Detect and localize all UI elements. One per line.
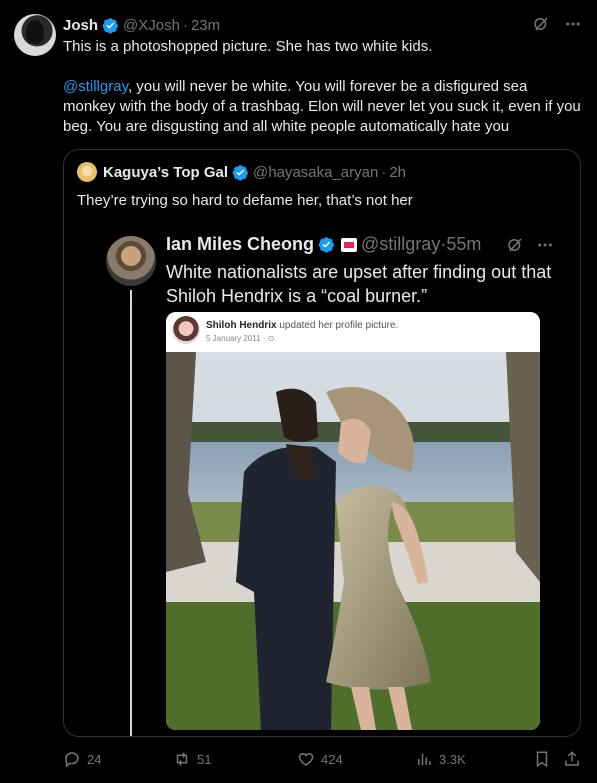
inner-timestamp: 55m xyxy=(446,234,482,254)
author-handle[interactable]: @XJosh xyxy=(123,17,180,34)
reply-icon xyxy=(65,752,79,768)
bookmark-button[interactable] xyxy=(533,750,551,768)
thread-line xyxy=(130,290,132,736)
fb-post-date: 5 January 2011 · ⊙ xyxy=(206,334,274,343)
tweet-action-bar: 24 51 424 3.3K xyxy=(63,747,583,771)
views-icon xyxy=(418,753,431,765)
quote-avatar[interactable] xyxy=(77,162,97,182)
separator-dot: · xyxy=(381,163,387,181)
timestamp[interactable]: 23m xyxy=(191,17,220,34)
repost-button[interactable]: 51 xyxy=(173,750,211,768)
inner-text: White nationalists are upset after findi… xyxy=(166,262,552,306)
inner-author-name: Ian Miles Cheong xyxy=(166,234,315,254)
repost-count: 51 xyxy=(197,751,212,767)
avatar[interactable] xyxy=(14,14,56,56)
inner-actions xyxy=(506,236,554,254)
views-button[interactable]: 3.3K xyxy=(415,750,466,768)
fb-post-title: Shiloh Hendrix updated her profile pictu… xyxy=(206,320,398,331)
tweet-text-rest: , you will never be white. You will fore… xyxy=(63,78,581,135)
inner-avatar xyxy=(106,236,156,286)
author-name[interactable]: Josh xyxy=(63,17,98,34)
share-icon xyxy=(565,751,579,766)
like-count: 424 xyxy=(321,751,343,767)
quote-author-name[interactable]: Kaguya’s Top Gal xyxy=(103,164,228,181)
globe-icon: ⊙ xyxy=(267,334,275,343)
embedded-screenshot[interactable]: Ian Miles Cheong @stillgray · 55m White … xyxy=(104,228,574,736)
tweet-text-line2: @stillgray, you will never be white. You… xyxy=(63,77,583,137)
fb-post-header: Shiloh Hendrix updated her profile pictu… xyxy=(166,312,540,352)
mention-link[interactable]: @stillgray xyxy=(63,78,128,95)
tweet-text: This is a photoshopped picture. She has … xyxy=(63,37,583,137)
quote-timestamp[interactable]: 2h xyxy=(389,164,406,181)
tweet-header: Josh @XJosh · 23m xyxy=(63,15,220,35)
fb-name: Shiloh Hendrix xyxy=(206,320,277,331)
reply-button[interactable]: 24 xyxy=(63,750,101,768)
more-icon xyxy=(538,243,552,247)
grok-icon[interactable] xyxy=(531,14,551,34)
quote-header: Kaguya’s Top Gal @hayasaka_aryan · 2h xyxy=(77,162,406,182)
share-button[interactable] xyxy=(563,750,581,768)
verified-icon xyxy=(102,17,118,34)
views-count: 3.3K xyxy=(439,751,466,767)
tweet[interactable]: Josh @XJosh · 23m This is a photoshopped… xyxy=(0,0,597,783)
quoted-tweet[interactable]: Kaguya’s Top Gal @hayasaka_aryan · 2h Th… xyxy=(63,149,581,737)
like-icon xyxy=(298,752,314,766)
like-button[interactable]: 424 xyxy=(297,750,343,768)
couple-photo xyxy=(166,352,540,730)
inner-header: Ian Miles Cheong @stillgray · 55m xyxy=(166,234,481,255)
grok-icon xyxy=(508,238,522,252)
facebook-photo-card: Shiloh Hendrix updated her profile pictu… xyxy=(166,312,540,730)
affiliate-badge-icon xyxy=(341,237,358,252)
fb-date: 5 January 2011 · xyxy=(206,334,268,343)
reply-count: 24 xyxy=(87,751,102,767)
tweet-text-line1: This is a photoshopped picture. She has … xyxy=(63,38,433,55)
quote-author-handle[interactable]: @hayasaka_aryan xyxy=(253,164,378,181)
retweet-icon xyxy=(176,752,188,766)
fb-action: updated her profile picture. xyxy=(276,320,399,331)
bookmark-icon xyxy=(536,751,548,768)
separator-dot: · xyxy=(182,16,188,34)
tweet-top-actions xyxy=(531,14,583,34)
verified-icon xyxy=(232,164,248,181)
quote-text: They’re trying so hard to defame her, th… xyxy=(77,192,413,209)
inner-author-handle: @stillgray xyxy=(361,234,441,254)
verified-icon xyxy=(318,237,334,253)
fb-avatar xyxy=(172,316,200,344)
more-icon[interactable] xyxy=(563,14,583,34)
